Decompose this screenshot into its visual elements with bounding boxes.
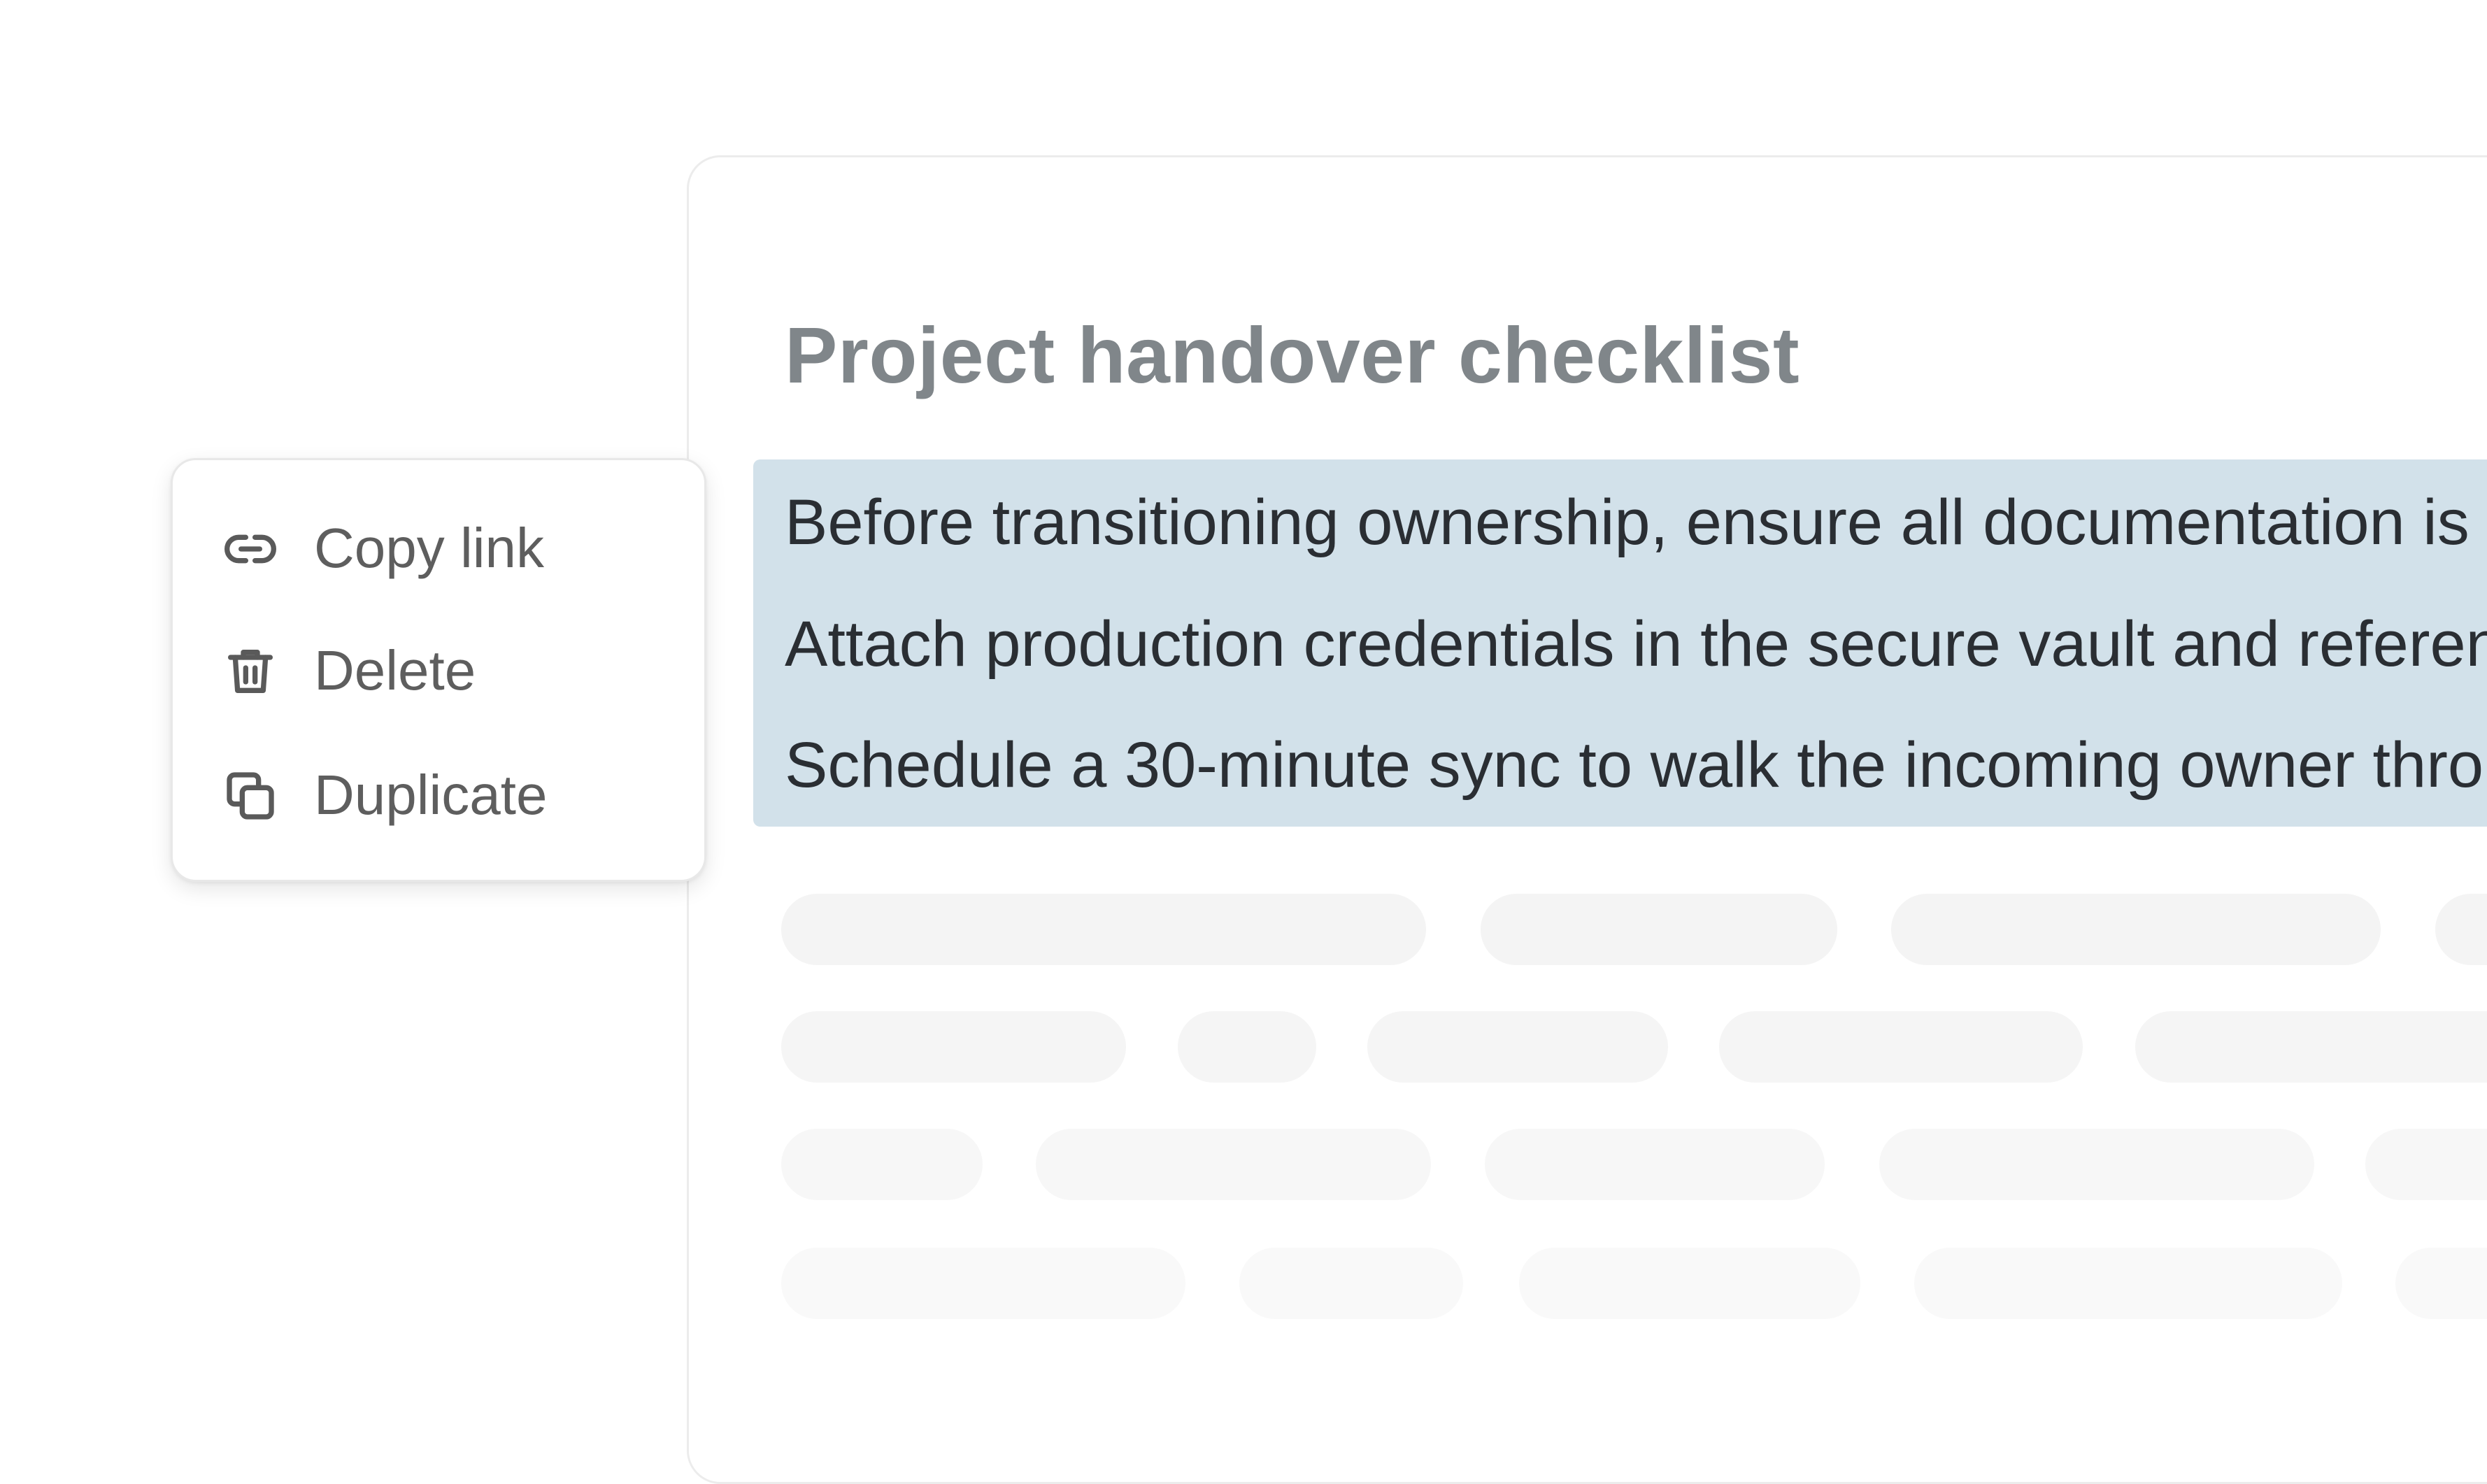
skeleton-row — [781, 894, 2487, 965]
duplicate-icon — [222, 768, 278, 824]
skeleton-bar — [1914, 1248, 2342, 1319]
skeleton-bar — [2395, 1248, 2487, 1319]
skeleton-bar — [1481, 894, 1837, 965]
menu-item-label: Delete — [314, 639, 476, 701]
skeleton-bar — [2365, 1129, 2487, 1200]
skeleton-bar — [2435, 894, 2487, 965]
skeleton-bar — [1485, 1129, 1825, 1200]
skeleton-bar — [1891, 894, 2381, 965]
skeleton-bar — [781, 1011, 1126, 1083]
context-menu: Copy link Delete Duplicate — [171, 458, 706, 882]
skeleton-bar — [1239, 1248, 1463, 1319]
paragraph-line[interactable]: Before transitioning ownership, ensure a… — [785, 480, 2487, 564]
skeleton-bar — [1719, 1011, 2083, 1083]
link-icon — [222, 521, 278, 577]
trash-icon — [222, 643, 278, 699]
delete-menu-item[interactable]: Delete — [173, 619, 704, 724]
skeleton-bar — [781, 1248, 1185, 1319]
selected-text-block[interactable]: Before transitioning ownership, ensure a… — [753, 459, 2487, 827]
skeleton-bar — [1367, 1011, 1668, 1083]
menu-item-label: Copy link — [314, 517, 545, 579]
skeleton-row — [781, 1011, 2487, 1083]
skeleton-bar — [1178, 1011, 1316, 1083]
duplicate-menu-item[interactable]: Duplicate — [173, 743, 704, 848]
copy-link-menu-item[interactable]: Copy link — [173, 497, 704, 601]
menu-item-label: Duplicate — [314, 764, 548, 826]
skeleton-row — [781, 1129, 2487, 1200]
document-title: Project handover checklist — [785, 311, 1800, 399]
paragraph-line[interactable]: Schedule a 30-minute sync to walk the in… — [785, 723, 2487, 807]
paragraph-line[interactable]: Attach production credentials in the sec… — [785, 602, 2487, 686]
skeleton-bar — [1879, 1129, 2314, 1200]
skeleton-row — [781, 1248, 2487, 1319]
skeleton-bar — [781, 1129, 983, 1200]
skeleton-bar — [781, 894, 1426, 965]
skeleton-bar — [2135, 1011, 2487, 1083]
skeleton-bar — [1036, 1129, 1431, 1200]
skeleton-bar — [1519, 1248, 1860, 1319]
